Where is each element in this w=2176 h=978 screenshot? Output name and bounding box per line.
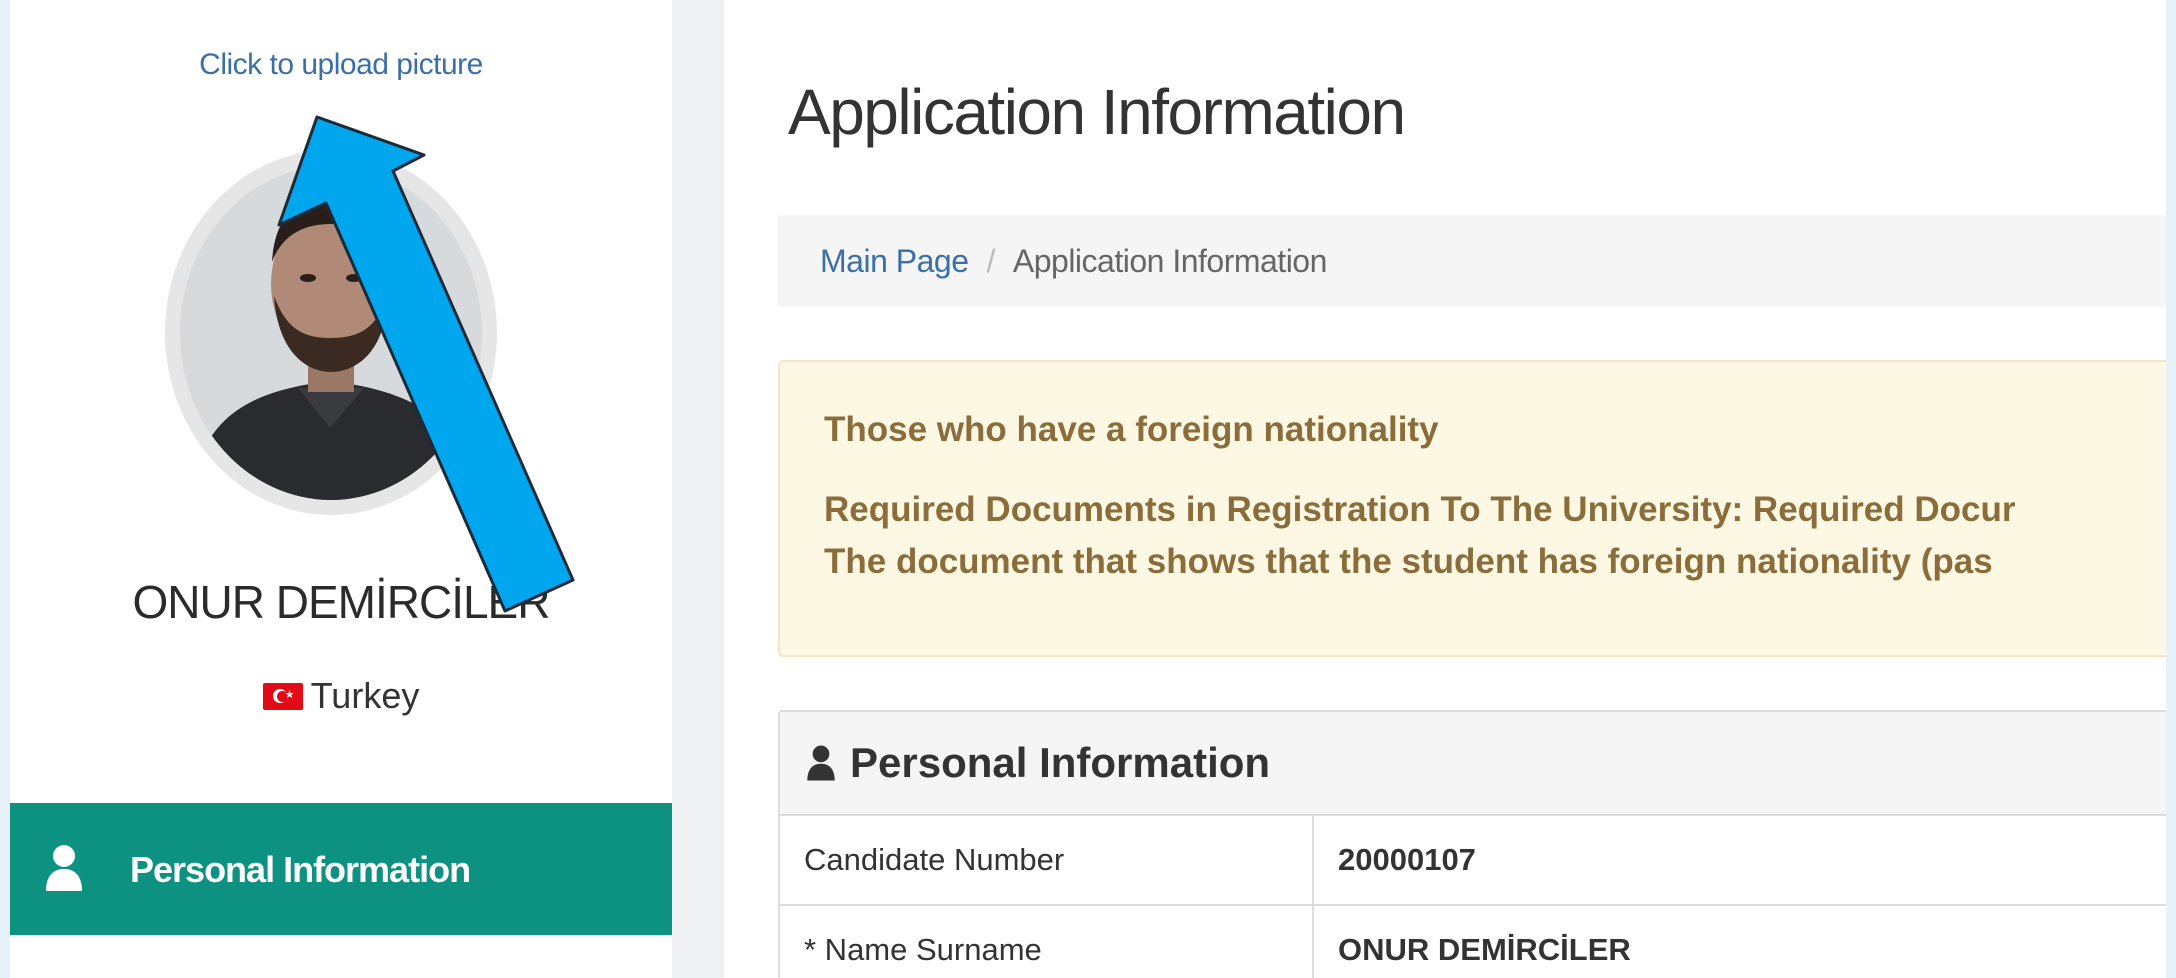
profile-name: ONUR DEMİRCİLER <box>132 576 551 628</box>
country-label: Turkey <box>310 675 420 716</box>
app-window: Click to upload picture ONUR DEMİRCİLER … <box>10 0 2166 978</box>
country: ★ Turkey <box>10 675 672 717</box>
avatar-photo <box>180 166 482 500</box>
panel-header: Personal Information <box>780 712 2166 816</box>
upload-picture-link[interactable]: Click to upload picture <box>10 48 672 82</box>
breadcrumb-current: Application Information <box>1012 242 1328 279</box>
breadcrumb: Main Page / Application Information <box>778 215 2166 307</box>
main-content: Application Information Main Page / Appl… <box>724 0 2166 978</box>
foreign-nationality-alert: Those who have a foreign nationality Req… <box>778 360 2166 657</box>
breadcrumb-home-link[interactable]: Main Page <box>820 243 969 280</box>
row-label: Candidate Number <box>780 816 1314 904</box>
table-row: * Name Surname ONUR DEMİRCİLER <box>780 906 2166 978</box>
alert-title: Those who have a foreign nationality <box>824 410 1439 449</box>
personal-information-panel: Personal Information Candidate Number 20… <box>778 710 2166 978</box>
alert-text-line: The document that shows that the student… <box>824 542 1993 581</box>
avatar[interactable] <box>180 166 482 500</box>
sidebar-item-label: Personal Information <box>130 849 471 890</box>
panel-title: Personal Information <box>850 739 1271 786</box>
alert-text-line: Required Documents in Registration To Th… <box>824 490 2016 529</box>
row-value: ONUR DEMİRCİLER <box>1338 932 1631 967</box>
turkey-flag-icon: ★ <box>262 682 303 710</box>
page-title: Application Information <box>788 76 1406 148</box>
sidebar: Click to upload picture ONUR DEMİRCİLER … <box>10 0 672 978</box>
user-icon <box>807 745 835 781</box>
row-label: * Name Surname <box>780 906 1314 978</box>
breadcrumb-separator: / <box>986 242 995 279</box>
sidebar-item-personal-information[interactable]: Personal Information <box>10 803 672 935</box>
table-row: Candidate Number 20000107 <box>780 816 2166 906</box>
row-value: 20000107 <box>1338 842 1476 877</box>
user-icon <box>46 845 82 891</box>
